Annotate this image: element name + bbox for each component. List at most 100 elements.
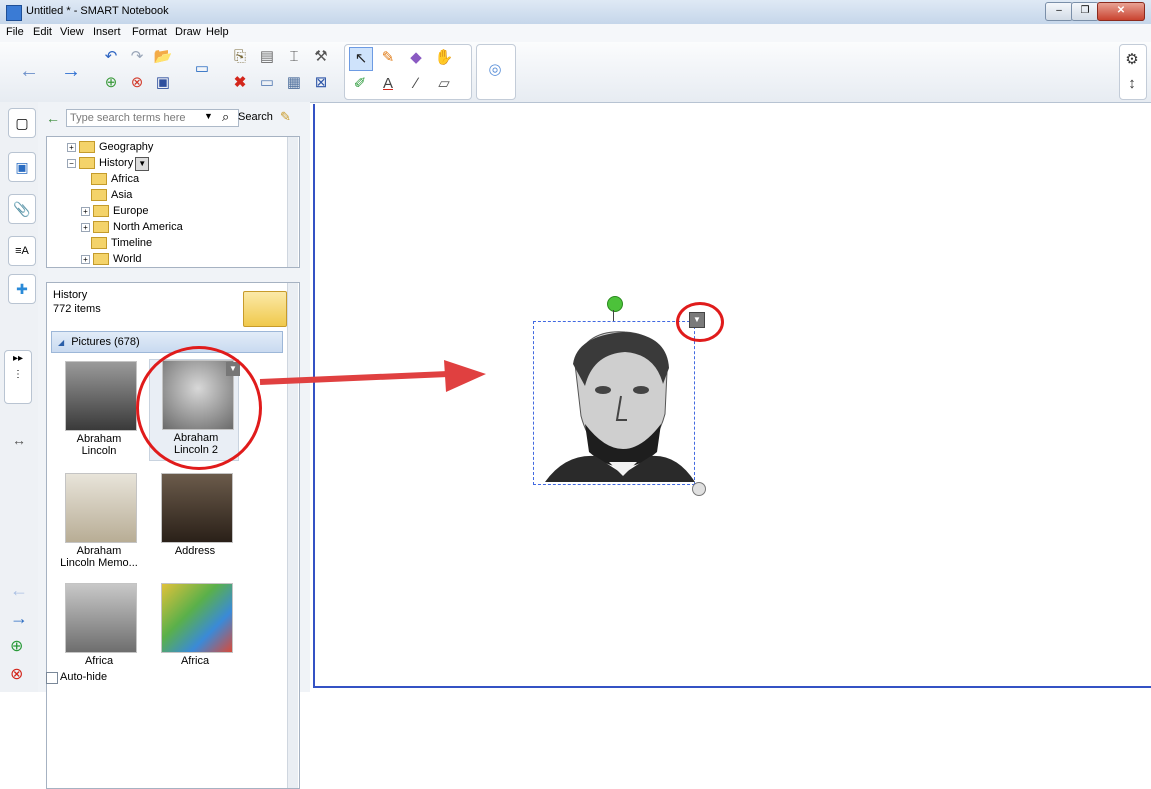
gallery-item-abraham-lincoln[interactable]: Abraham Lincoln bbox=[53, 361, 141, 461]
settings-group: ⚙ ↕ bbox=[1119, 44, 1147, 100]
menu-help[interactable]: Help bbox=[206, 26, 229, 38]
attachments-tab-icon[interactable]: 📎 bbox=[8, 194, 36, 224]
thumbnail-image bbox=[161, 473, 233, 543]
gallery-item-africa-map[interactable]: Africa bbox=[149, 583, 237, 683]
rotate-handle[interactable] bbox=[607, 296, 623, 312]
thumbnail-image bbox=[161, 583, 233, 653]
tree-item-europe[interactable]: + Europe bbox=[81, 203, 148, 219]
hand-tool-icon[interactable]: ✋ bbox=[433, 47, 455, 69]
forward-arrow-icon[interactable]: → bbox=[60, 60, 82, 82]
search-input[interactable]: Type search terms here bbox=[66, 109, 239, 127]
previous-page-icon[interactable]: ← bbox=[10, 580, 28, 601]
next-page-icon[interactable]: → bbox=[10, 608, 28, 629]
tree-item-africa[interactable]: Africa bbox=[91, 171, 139, 187]
gallery-back-icon[interactable]: ← bbox=[46, 110, 60, 126]
thumbnail-image bbox=[65, 583, 137, 653]
menu-format[interactable]: Format bbox=[132, 26, 167, 38]
search-dropdown-icon[interactable]: ▼ bbox=[204, 111, 213, 121]
shape-fill-icon[interactable]: ◆ bbox=[405, 47, 427, 69]
delete-icon[interactable]: ✖ bbox=[229, 72, 251, 94]
magic-pen-icon[interactable]: ✎ bbox=[377, 47, 399, 69]
gallery-tools-icon[interactable]: ✎ bbox=[280, 109, 291, 125]
close-button[interactable]: ✕ bbox=[1097, 2, 1145, 21]
lincoln-portrait-image[interactable] bbox=[545, 324, 695, 482]
table-icon[interactable]: ▦ bbox=[283, 72, 305, 94]
fullscreen-icon[interactable]: ⊠ bbox=[310, 72, 332, 94]
gallery-search-bar: ← Type search terms here ▼ ⌕ Search ✎ bbox=[38, 106, 310, 130]
minimize-button[interactable]: – bbox=[1045, 2, 1073, 21]
gallery-item-address[interactable]: Address bbox=[149, 473, 237, 573]
highlight-circle-menu-button bbox=[676, 302, 724, 342]
autohide-checkbox[interactable] bbox=[46, 672, 58, 684]
menu-bar: File Edit View Insert Format Draw Help bbox=[0, 24, 1151, 42]
restore-button[interactable]: ❐ bbox=[1071, 2, 1099, 21]
save-icon[interactable]: ▣ bbox=[152, 72, 174, 94]
select-tool-icon[interactable]: ↖ bbox=[349, 47, 373, 71]
menu-draw[interactable]: Draw bbox=[175, 26, 201, 38]
history-dropdown-icon[interactable]: ▼ bbox=[135, 157, 150, 171]
folder-name: History bbox=[53, 289, 88, 301]
add-page-icon-rail[interactable]: ⊕ bbox=[10, 636, 23, 656]
highlight-circle-gallery-item bbox=[136, 346, 262, 470]
add-page-icon[interactable]: ⊕ bbox=[100, 72, 122, 94]
app-icon bbox=[6, 5, 22, 21]
expand-panel-icon[interactable]: ▸▸ ⋮ bbox=[4, 350, 32, 404]
menu-view[interactable]: View bbox=[60, 26, 84, 38]
menu-edit[interactable]: Edit bbox=[33, 26, 52, 38]
gallery-tree: + Geography − History ▼ Africa Asia + Europe… bbox=[46, 136, 300, 268]
addons-tab-icon[interactable]: ✚ bbox=[8, 274, 36, 304]
tree-item-history[interactable]: − History ▼ bbox=[67, 155, 150, 171]
eraser-icon[interactable]: ▱ bbox=[433, 73, 455, 95]
undo-icon[interactable]: ↶ bbox=[100, 46, 122, 68]
menu-insert[interactable]: Insert bbox=[93, 26, 121, 38]
redo-icon[interactable]: ↷ bbox=[126, 46, 148, 68]
back-arrow-icon[interactable]: ← bbox=[18, 60, 40, 82]
folder-icon bbox=[243, 291, 287, 327]
search-icon[interactable]: ⌕ bbox=[222, 109, 229, 125]
display-icon[interactable]: ▭ bbox=[256, 72, 278, 94]
toolbar: ← → ↶ ↷ 📂 ⊕ ⊗ ▣ ▭ ⎘ ▤ ⌶ ⚒ ✖ ▭ ▦ ⊠ ↖ ✎ ◆ … bbox=[0, 42, 1151, 103]
delete-page-icon[interactable]: ⊗ bbox=[126, 72, 148, 94]
search-button[interactable]: Search bbox=[238, 111, 273, 123]
autohide-label: Auto-hide bbox=[60, 671, 108, 683]
tree-scrollbar[interactable] bbox=[287, 137, 298, 267]
thumbnail-image bbox=[65, 473, 137, 543]
tree-item-north-america[interactable]: + North America bbox=[81, 219, 183, 235]
open-file-icon[interactable]: 📂 bbox=[152, 46, 174, 68]
paste-icon[interactable]: ⎘ bbox=[229, 46, 251, 68]
screen-icon[interactable]: ▭ bbox=[191, 58, 213, 80]
text-icon[interactable]: A bbox=[377, 73, 399, 95]
gallery-item-africa-photo[interactable]: Africa bbox=[53, 583, 141, 683]
item-count: 772 items bbox=[53, 303, 101, 315]
line-tool-icon[interactable]: ∕ bbox=[405, 73, 427, 95]
gallery-tab-icon[interactable]: ▣ bbox=[8, 152, 36, 182]
pens-icon[interactable]: ✐ bbox=[349, 73, 371, 95]
rotate-handle-stem bbox=[613, 310, 614, 321]
tree-item-asia[interactable]: Asia bbox=[91, 187, 132, 203]
properties-tab-icon[interactable]: ≡A bbox=[8, 236, 36, 266]
properties-icon[interactable]: ◎ bbox=[484, 59, 506, 81]
text-tool-icon[interactable]: ⌶ bbox=[283, 46, 305, 68]
annotation-arrow-icon bbox=[259, 360, 486, 392]
window-title: Untitled * - SMART Notebook bbox=[26, 5, 169, 17]
resize-panel-icon[interactable]: ↔ bbox=[12, 432, 26, 448]
screen-shade-icon[interactable]: ▤ bbox=[256, 46, 278, 68]
menu-file[interactable]: File bbox=[6, 26, 24, 38]
browser-scrollbar[interactable] bbox=[287, 283, 298, 788]
tree-item-geography[interactable]: + Geography bbox=[67, 139, 153, 155]
tree-item-timeline[interactable]: Timeline bbox=[91, 235, 152, 251]
measure-tool-icon[interactable]: ⚒ bbox=[310, 46, 332, 68]
page-sorter-tab-icon[interactable]: ▢ bbox=[8, 108, 36, 138]
side-tab-rail: ▢ ▣ 📎 ≡A ✚ ▸▸ ⋮ ↔ ← → ⊕ ⊗ bbox=[0, 102, 39, 692]
category-header[interactable]: ◢ Pictures (678) bbox=[51, 331, 283, 353]
resize-handle[interactable] bbox=[692, 482, 706, 496]
gallery-item-lincoln-memorial[interactable]: Abraham Lincoln Memo... bbox=[53, 473, 141, 573]
delete-page-icon-rail[interactable]: ⊗ bbox=[10, 664, 23, 684]
tools-group: ↖ ✎ ◆ ✋ ✐ A ∕ ▱ bbox=[344, 44, 472, 100]
thumbnail-image bbox=[65, 361, 137, 431]
properties-group: ◎ bbox=[476, 44, 516, 100]
gear-icon[interactable]: ⚙ bbox=[1121, 49, 1143, 71]
toolbar-move-icon[interactable]: ↕ bbox=[1121, 73, 1143, 95]
tree-item-world[interactable]: + World bbox=[81, 251, 142, 267]
collapse-icon: ◢ bbox=[58, 338, 65, 347]
